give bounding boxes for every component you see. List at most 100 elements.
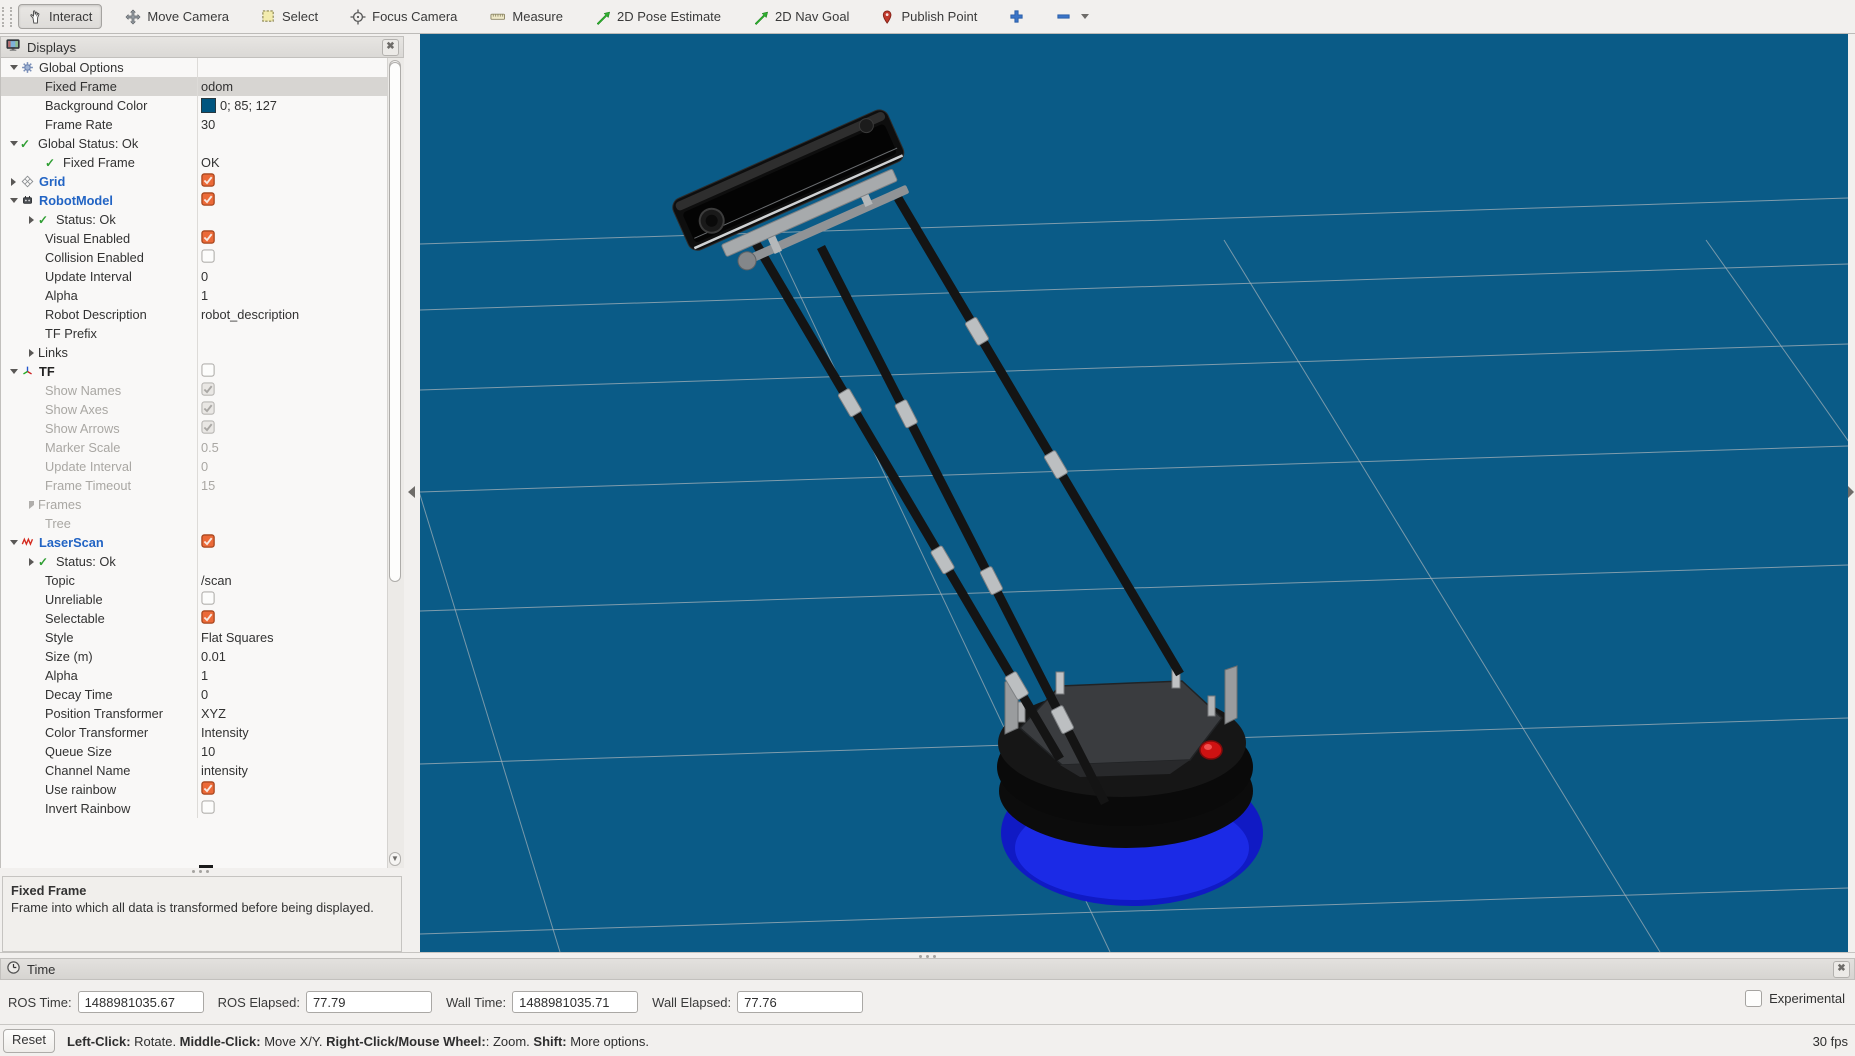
property-value-cell[interactable] <box>197 609 404 628</box>
property-value-cell[interactable]: OK <box>197 153 404 172</box>
tree-row-update-interval[interactable]: Update Interval 0 <box>1 267 404 286</box>
property-value-cell[interactable]: /scan <box>197 571 404 590</box>
property-value-cell[interactable]: 0 <box>197 457 404 476</box>
checkbox-checked-icon[interactable] <box>201 609 216 628</box>
property-value-cell[interactable]: intensity <box>197 761 404 780</box>
tree-row-alpha[interactable]: Alpha 1 <box>1 286 404 305</box>
property-value-cell[interactable]: odom <box>197 77 404 96</box>
tree-row-queue-size[interactable]: Queue Size 10 <box>1 742 404 761</box>
tree-row-marker-scale[interactable]: Marker Scale 0.5 <box>1 438 404 457</box>
vertical-splitter[interactable] <box>404 34 420 952</box>
interact-tool[interactable]: Interact <box>18 4 103 29</box>
2d-pose-estimate-tool[interactable]: 2D Pose Estimate <box>586 5 730 29</box>
property-value-cell[interactable]: robot_description <box>197 305 404 324</box>
tree-row-size-m-[interactable]: Size (m) 0.01 <box>1 647 404 666</box>
tree-row-topic[interactable]: Topic/scan <box>1 571 404 590</box>
tree-row-selectable[interactable]: Selectable <box>1 609 404 628</box>
ros-time-input[interactable]: 1488981035.67 <box>77 991 204 1013</box>
tree-row-grid[interactable]: Grid <box>1 172 404 191</box>
chevron-right-icon[interactable] <box>25 215 38 224</box>
scroll-down-icon[interactable]: ▼ <box>389 852 401 866</box>
property-value-cell[interactable] <box>197 552 404 571</box>
tree-row-show-axes[interactable]: Show Axes <box>1 400 404 419</box>
collapse-right-icon[interactable] <box>1848 486 1854 498</box>
tree-row-channel-name[interactable]: Channel Name intensity <box>1 761 404 780</box>
property-value-cell[interactable]: Flat Squares <box>197 628 404 647</box>
tree-row-tf[interactable]: TF <box>1 362 404 381</box>
property-value-cell[interactable]: 0; 85; 127 <box>197 96 404 115</box>
chevron-down-icon[interactable] <box>7 198 20 203</box>
collapse-left-icon[interactable] <box>408 486 415 498</box>
tree-row-show-names[interactable]: Show Names <box>1 381 404 400</box>
property-value-cell[interactable] <box>197 324 404 343</box>
tree-row-fixed-frame[interactable]: ✓ Fixed Frame OK <box>1 153 404 172</box>
publish-point-tool[interactable]: Publish Point <box>872 5 986 29</box>
property-value-cell[interactable]: 0 <box>197 685 404 704</box>
displays-panel-titlebar[interactable]: Displays ✖ <box>0 36 404 58</box>
property-value-cell[interactable] <box>197 191 404 210</box>
tree-row-links[interactable]: Links <box>1 343 404 362</box>
chevron-right-icon[interactable] <box>7 177 20 186</box>
tree-row-alpha[interactable]: Alpha 1 <box>1 666 404 685</box>
checkbox-checked-icon[interactable] <box>201 533 216 552</box>
property-value-cell[interactable] <box>197 514 404 533</box>
property-value-cell[interactable] <box>197 590 404 609</box>
property-value-cell[interactable] <box>197 134 404 153</box>
property-value-cell[interactable] <box>197 210 404 229</box>
property-value-cell[interactable] <box>197 495 404 514</box>
time-close-icon[interactable]: ✖ <box>1833 960 1850 978</box>
tree-scrollbar-thumb[interactable] <box>389 62 401 582</box>
property-value-cell[interactable]: 0 <box>197 267 404 286</box>
select-tool[interactable]: Select <box>252 5 327 28</box>
tree-row-frames[interactable]: Frames <box>1 495 404 514</box>
tree-row-status-ok[interactable]: ✓ Status: Ok <box>1 210 404 229</box>
checkbox-checked-icon[interactable] <box>201 229 216 248</box>
chevron-right-icon[interactable] <box>25 500 38 509</box>
tree-row-unreliable[interactable]: Unreliable <box>1 590 404 609</box>
property-value-cell[interactable] <box>197 381 404 400</box>
property-value-cell[interactable] <box>197 533 404 552</box>
tree-row-robot-description[interactable]: Robot Description robot_description <box>1 305 404 324</box>
property-value-cell[interactable] <box>197 799 404 818</box>
focus-camera-tool[interactable]: Focus Camera <box>341 5 466 29</box>
checkbox-checked-icon[interactable] <box>201 191 216 210</box>
checkbox-unchecked-icon[interactable] <box>201 590 216 609</box>
panel-splitter-grip[interactable] <box>150 870 250 875</box>
checkbox-checked-icon[interactable] <box>201 780 216 799</box>
checkbox-unchecked-icon[interactable] <box>201 362 216 381</box>
tree-row-invert-rainbow[interactable]: Invert Rainbow <box>1 799 404 818</box>
tree-row-visual-enabled[interactable]: Visual Enabled <box>1 229 404 248</box>
property-value-cell[interactable] <box>197 400 404 419</box>
property-value-cell[interactable]: 10 <box>197 742 404 761</box>
tree-row-fixed-frame[interactable]: Fixed Frame odom <box>1 77 404 96</box>
tree-row-collision-enabled[interactable]: Collision Enabled <box>1 248 404 267</box>
property-value-cell[interactable]: Intensity <box>197 723 404 742</box>
property-value-cell[interactable] <box>197 248 404 267</box>
experimental-checkbox[interactable] <box>1745 990 1763 1007</box>
checkbox-unchecked-icon[interactable] <box>201 799 216 818</box>
tree-row-background-color[interactable]: Background Color 0; 85; 127 <box>1 96 404 115</box>
minus-tool[interactable] <box>1047 5 1098 28</box>
tree-row-use-rainbow[interactable]: Use rainbow <box>1 780 404 799</box>
chevron-right-icon[interactable] <box>25 348 38 357</box>
chevron-right-icon[interactable] <box>25 557 38 566</box>
tree-row-color-transformer[interactable]: Color Transformer Intensity <box>1 723 404 742</box>
property-value-cell[interactable]: 15 <box>197 476 404 495</box>
tree-row-frame-rate[interactable]: Frame Rate 30 <box>1 115 404 134</box>
measure-tool[interactable]: Measure <box>480 5 572 28</box>
property-value-cell[interactable] <box>197 362 404 381</box>
close-icon[interactable]: ✖ <box>382 38 399 56</box>
tree-row-decay-time[interactable]: Decay Time 0 <box>1 685 404 704</box>
chevron-down-icon[interactable] <box>7 141 20 146</box>
chevron-down-icon[interactable] <box>7 369 20 374</box>
3d-viewport[interactable] <box>420 34 1848 952</box>
property-value-cell[interactable] <box>197 58 404 77</box>
property-value-cell[interactable]: XYZ <box>197 704 404 723</box>
chevron-down-icon[interactable] <box>1081 14 1090 19</box>
2d-nav-goal-tool[interactable]: 2D Nav Goal <box>744 5 858 29</box>
tree-row-style[interactable]: Style Flat Squares <box>1 628 404 647</box>
tree-row-tf-prefix[interactable]: TF Prefix <box>1 324 404 343</box>
property-value-cell[interactable]: 1 <box>197 286 404 305</box>
tree-row-frame-timeout[interactable]: Frame Timeout 15 <box>1 476 404 495</box>
tree-row-global-status-ok[interactable]: ✓ Global Status: Ok <box>1 134 404 153</box>
